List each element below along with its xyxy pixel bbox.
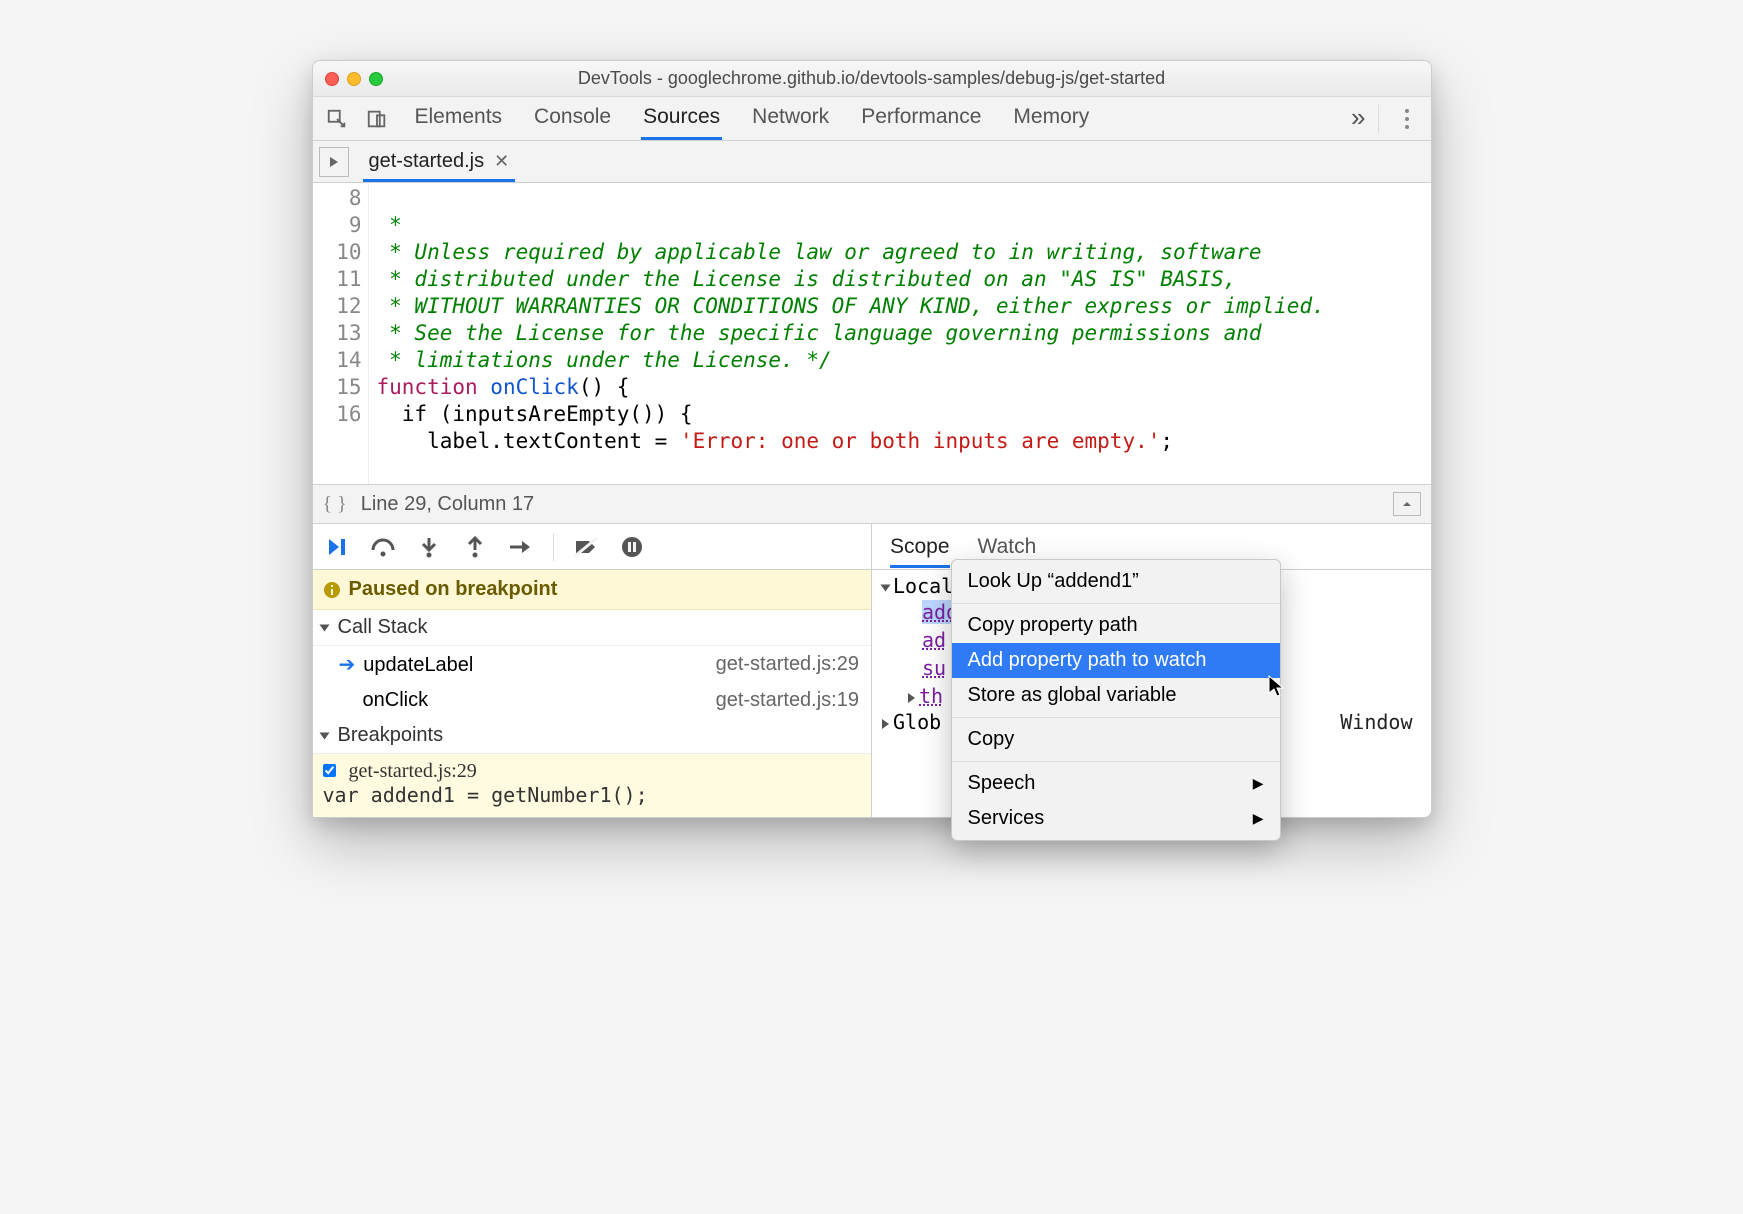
breakpoint-checkbox[interactable] [323,764,336,777]
tab-console[interactable]: Console [532,97,613,140]
sources-file-tabbar: get-started.js ✕ [313,141,1431,183]
devtools-window: DevTools - googlechrome.github.io/devtoo… [312,60,1432,818]
menu-separator [952,761,1280,762]
panel-tabs: Elements Console Sources Network Perform… [413,97,1346,140]
breakpoint-label: get-started.js:29 [349,760,477,782]
frame-location: get-started.js:19 [716,689,859,712]
editor-statusbar: { } Line 29, Column 17 [313,484,1431,524]
submenu-arrow-icon: ▶ [1253,810,1264,827]
show-console-icon[interactable] [1393,492,1421,516]
ctx-services-submenu[interactable]: Services▶ [952,801,1280,836]
menu-separator [952,717,1280,718]
pause-on-exceptions-button[interactable] [618,533,646,561]
inspect-element-icon[interactable] [319,101,355,137]
frame-location: get-started.js:29 [716,653,859,676]
triangle-down-icon [881,585,891,592]
paused-banner: Paused on breakpoint [313,570,872,610]
submenu-arrow-icon: ▶ [1253,775,1264,792]
step-into-button[interactable] [415,533,443,561]
breakpoint-item[interactable]: get-started.js:29 var addend1 = getNumbe… [313,754,872,817]
paused-label: Paused on breakpoint [349,578,558,601]
settings-kebab-icon[interactable] [1389,101,1425,137]
tabs-overflow-button[interactable]: » [1349,94,1367,144]
ctx-copy[interactable]: Copy [952,722,1280,757]
menu-separator [952,603,1280,604]
callstack-frame[interactable]: onClick get-started.js:19 [313,683,872,718]
triangle-down-icon [319,624,329,631]
device-toggle-icon[interactable] [359,101,395,137]
code-lines[interactable]: * * Unless required by applicable law or… [369,183,1431,484]
breakpoints-header[interactable]: Breakpoints [313,718,872,754]
callstack-header[interactable]: Call Stack [313,610,872,646]
show-navigator-icon[interactable] [319,147,349,177]
ctx-add-to-watch[interactable]: Add property path to watch [952,643,1280,678]
cursor-position: Line 29, Column 17 [361,493,534,516]
source-editor[interactable]: 8 9 10 11 12 13 14 15 16 * * Unless requ… [313,183,1431,484]
format-braces-icon[interactable]: { } [323,493,347,516]
tab-memory[interactable]: Memory [1011,97,1091,140]
step-out-button[interactable] [461,533,489,561]
deactivate-breakpoints-button[interactable] [572,533,600,561]
debugger-toolbar [313,524,872,570]
file-tab-label: get-started.js [369,150,485,173]
separator [553,533,554,561]
triangle-right-icon [882,719,889,729]
info-icon [323,581,341,599]
tab-elements[interactable]: Elements [413,97,505,140]
ctx-lookup[interactable]: Look Up “addend1” [952,564,1280,599]
tab-scope[interactable]: Scope [890,526,950,568]
line-gutter: 8 9 10 11 12 13 14 15 16 [313,183,369,484]
tab-performance[interactable]: Performance [859,97,983,140]
tab-sources[interactable]: Sources [641,97,722,140]
callstack-frame[interactable]: ➔updateLabel get-started.js:29 [313,646,872,683]
separator [1378,105,1379,133]
triangle-right-icon [908,693,915,703]
debugger-left-pane: Paused on breakpoint Call Stack ➔updateL… [313,524,873,817]
tab-network[interactable]: Network [750,97,831,140]
context-menu: Look Up “addend1” Copy property path Add… [951,559,1281,841]
file-tab-get-started[interactable]: get-started.js ✕ [363,142,516,182]
devtools-tabstrip: Elements Console Sources Network Perform… [313,97,1431,141]
ctx-speech-submenu[interactable]: Speech▶ [952,766,1280,801]
ctx-store-global[interactable]: Store as global variable [952,678,1280,713]
tab-watch[interactable]: Watch [978,535,1037,559]
triangle-down-icon [319,732,329,739]
breakpoint-source: var addend1 = getNumber1(); [323,783,862,807]
global-value: Window [1340,710,1412,734]
ctx-copy-property-path[interactable]: Copy property path [952,608,1280,643]
current-frame-arrow-icon: ➔ [339,654,356,676]
close-file-tab-icon[interactable]: ✕ [494,151,509,172]
window-title: DevTools - googlechrome.github.io/devtoo… [313,68,1431,89]
window-titlebar: DevTools - googlechrome.github.io/devtoo… [313,61,1431,97]
step-button[interactable] [507,533,535,561]
resume-button[interactable] [323,533,351,561]
step-over-button[interactable] [369,533,397,561]
